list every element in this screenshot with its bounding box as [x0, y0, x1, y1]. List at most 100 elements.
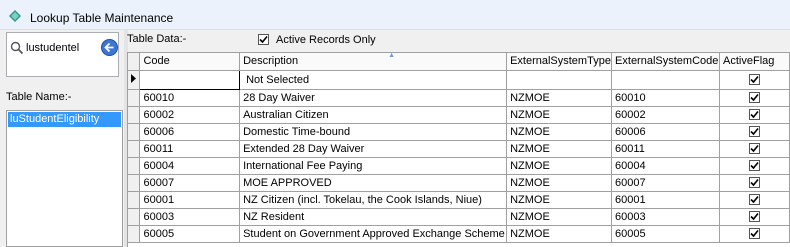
row-selector[interactable] [128, 106, 141, 124]
cell-code[interactable]: 60004 [139, 157, 241, 175]
cell-active-flag[interactable] [719, 106, 790, 124]
cell-code[interactable]: 60006 [139, 123, 241, 141]
cell-external-system-code[interactable]: 60006 [611, 123, 721, 141]
cell-active-flag[interactable] [719, 208, 790, 226]
table-list[interactable]: luStudentEligibility [6, 110, 123, 247]
active-flag-checkbox[interactable] [749, 142, 761, 154]
cell-code[interactable]: 60005 [139, 225, 241, 243]
active-flag-checkbox[interactable] [749, 125, 761, 137]
table-row-new[interactable]: Not Selected [128, 69, 790, 90]
cell-external-system-type[interactable]: NZMOE [506, 123, 613, 141]
go-button[interactable] [101, 39, 118, 56]
data-grid: Code Description ▲ ExternalSystemType Ex… [127, 52, 790, 247]
column-header-code[interactable]: Code [139, 53, 241, 71]
cell-external-system-code[interactable]: 60005 [611, 225, 721, 243]
cell-code[interactable]: 60002 [139, 106, 241, 124]
active-flag-checkbox[interactable] [749, 227, 761, 239]
cell-external-system-type[interactable]: NZMOE [506, 106, 613, 124]
cell-external-system-type[interactable]: NZMOE [506, 157, 613, 175]
cell-external-system-code[interactable]: 60010 [611, 89, 721, 107]
table-row[interactable]: 60010 28 Day Waiver NZMOE 60010 [128, 89, 790, 107]
cell-code[interactable]: 60007 [139, 174, 241, 192]
table-row[interactable]: 60005 Student on Government Approved Exch… [128, 225, 790, 243]
column-header-active-flag[interactable]: ActiveFlag [719, 53, 790, 71]
check-icon [750, 144, 759, 152]
table-row[interactable]: 60006 Domestic Time-bound NZMOE 60006 [128, 123, 790, 141]
row-selector[interactable] [128, 140, 141, 158]
table-row[interactable]: 60004 International Fee Paying NZMOE 60004 [128, 157, 790, 175]
check-icon [750, 178, 759, 186]
row-selector[interactable] [128, 70, 141, 90]
cell-description[interactable]: Not Selected [239, 70, 508, 90]
column-header-external-system-code[interactable]: ExternalSystemCode [611, 53, 721, 71]
cell-external-system-type[interactable]: NZMOE [506, 225, 613, 243]
column-header-external-system-type[interactable]: ExternalSystemType [506, 53, 613, 71]
column-header-description-label: Description [243, 55, 299, 68]
active-flag-checkbox[interactable] [749, 91, 761, 103]
row-selector[interactable] [128, 225, 141, 243]
active-flag-checkbox[interactable] [749, 193, 761, 205]
row-selector[interactable] [128, 208, 141, 226]
cell-external-system-code[interactable]: 60002 [611, 106, 721, 124]
active-flag-checkbox[interactable] [749, 159, 761, 171]
table-name-label: Table Name:- [6, 91, 72, 103]
cell-description[interactable]: 28 Day Waiver [239, 89, 508, 107]
cell-description[interactable]: Student on Government Approved Exchange … [239, 225, 508, 243]
table-row[interactable]: 60002 Australian Citizen NZMOE 60002 [128, 106, 790, 124]
cell-external-system-type[interactable]: NZMOE [506, 140, 613, 158]
active-flag-checkbox[interactable] [749, 176, 761, 188]
cell-active-flag[interactable] [719, 174, 790, 192]
cell-code[interactable]: 60001 [139, 191, 241, 209]
checkbox[interactable] [258, 34, 269, 45]
active-flag-checkbox[interactable] [749, 210, 761, 222]
cell-description[interactable]: NZ Citizen (incl. Tokelau, the Cook Isla… [239, 191, 508, 209]
cell-external-system-type[interactable] [506, 70, 613, 90]
cell-code[interactable]: 60003 [139, 208, 241, 226]
active-flag-checkbox[interactable] [749, 73, 761, 85]
cell-external-system-code[interactable]: 60007 [611, 174, 721, 192]
cell-code[interactable]: 60010 [139, 89, 241, 107]
search-input[interactable] [26, 39, 100, 57]
cell-description[interactable]: International Fee Paying [239, 157, 508, 175]
cell-external-system-code[interactable]: 60004 [611, 157, 721, 175]
table-list-item[interactable]: luStudentEligibility [8, 112, 121, 127]
cell-external-system-code[interactable]: 60011 [611, 140, 721, 158]
check-icon [259, 35, 268, 44]
cell-active-flag[interactable] [719, 70, 790, 90]
cell-active-flag[interactable] [719, 225, 790, 243]
cell-active-flag[interactable] [719, 89, 790, 107]
row-selector[interactable] [128, 89, 141, 107]
column-header-description[interactable]: Description ▲ [239, 53, 508, 71]
header-row: Code Description ▲ ExternalSystemType Ex… [128, 53, 790, 71]
cell-description[interactable]: Extended 28 Day Waiver [239, 140, 508, 158]
row-selector[interactable] [128, 191, 141, 209]
cell-external-system-code[interactable]: 60001 [611, 191, 721, 209]
cell-external-system-type[interactable]: NZMOE [506, 89, 613, 107]
cell-external-system-type[interactable]: NZMOE [506, 174, 613, 192]
cell-active-flag[interactable] [719, 157, 790, 175]
active-flag-checkbox[interactable] [749, 108, 761, 120]
table-row[interactable]: 60011 Extended 28 Day Waiver NZMOE 60011 [128, 140, 790, 158]
cell-description[interactable]: Australian Citizen [239, 106, 508, 124]
cell-code[interactable]: 60011 [139, 140, 241, 158]
cell-external-system-type[interactable]: NZMOE [506, 208, 613, 226]
row-selector[interactable] [128, 174, 141, 192]
cell-external-system-code[interactable] [611, 70, 721, 90]
cell-description[interactable]: Domestic Time-bound [239, 123, 508, 141]
table-row[interactable]: 60001 NZ Citizen (incl. Tokelau, the Cook… [128, 191, 790, 209]
window-title: Lookup Table Maintenance [30, 11, 174, 25]
cell-active-flag[interactable] [719, 140, 790, 158]
check-icon [750, 127, 759, 135]
table-row[interactable]: 60003 NZ Resident NZMOE 60003 [128, 208, 790, 226]
row-selector[interactable] [128, 123, 141, 141]
table-row[interactable]: 60007 MOE APPROVED NZMOE 60007 [128, 174, 790, 192]
cell-description[interactable]: NZ Resident [239, 208, 508, 226]
cell-external-system-code[interactable]: 60003 [611, 208, 721, 226]
cell-code[interactable] [139, 69, 241, 90]
cell-description[interactable]: MOE APPROVED [239, 174, 508, 192]
cell-active-flag[interactable] [719, 123, 790, 141]
row-selector[interactable] [128, 157, 141, 175]
cell-active-flag[interactable] [719, 191, 790, 209]
cell-external-system-type[interactable]: NZMOE [506, 191, 613, 209]
active-records-only-checkbox[interactable]: Active Records Only [258, 34, 376, 47]
